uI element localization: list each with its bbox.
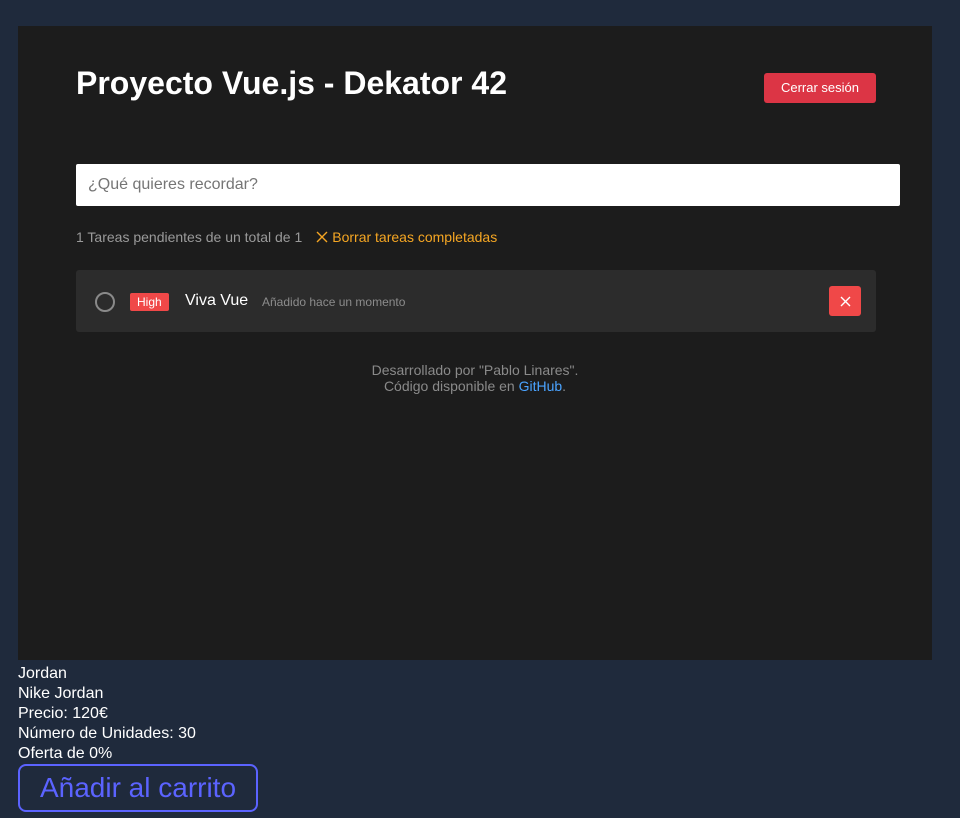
close-icon	[316, 231, 328, 243]
product-full-name: Nike Jordan	[18, 685, 104, 702]
footer-credit: Desarrollado por "Pablo Linares".	[371, 362, 579, 378]
task-item: High Viva Vue Añadido hace un momento	[76, 270, 876, 332]
clear-completed-label: Borrar tareas completadas	[332, 229, 498, 245]
footer-source: Código disponible en GitHub.	[18, 378, 932, 394]
task-added-time: Añadido hace un momento	[262, 295, 406, 309]
logout-button[interactable]: Cerrar sesión	[764, 73, 876, 103]
task-summary: 1 Tareas pendientes de un total de 1 Bor…	[76, 228, 497, 246]
footer-source-suffix: .	[562, 378, 567, 394]
product-name: Jordan	[18, 665, 67, 682]
pending-count-text: 1 Tareas pendientes de un total de 1	[76, 229, 303, 245]
product-card: Jordan Nike Jordan Precio: 120€ Número d…	[18, 664, 196, 764]
task-name[interactable]: Viva Vue	[185, 291, 248, 311]
product-price: Precio: 120€	[18, 705, 108, 722]
close-icon	[840, 296, 850, 306]
delete-task-button[interactable]	[829, 286, 861, 316]
footer: Desarrollado por "Pablo Linares". Código…	[18, 362, 932, 394]
clear-completed-link[interactable]: Borrar tareas completadas	[316, 229, 497, 245]
new-task-input[interactable]	[76, 164, 900, 206]
product-offer: Oferta de 0%	[18, 745, 113, 762]
product-units: Número de Unidades: 30	[18, 725, 196, 742]
add-to-cart-button[interactable]: Añadir al carrito	[18, 764, 258, 812]
priority-badge: High	[130, 293, 169, 311]
page-title: Proyecto Vue.js - Dekator 42	[76, 65, 507, 101]
footer-source-prefix: Código disponible en	[383, 378, 519, 394]
todo-app-panel: Proyecto Vue.js - Dekator 42 Cerrar sesi…	[18, 26, 932, 660]
github-link[interactable]: GitHub	[519, 378, 563, 394]
task-complete-checkbox[interactable]	[95, 292, 115, 312]
